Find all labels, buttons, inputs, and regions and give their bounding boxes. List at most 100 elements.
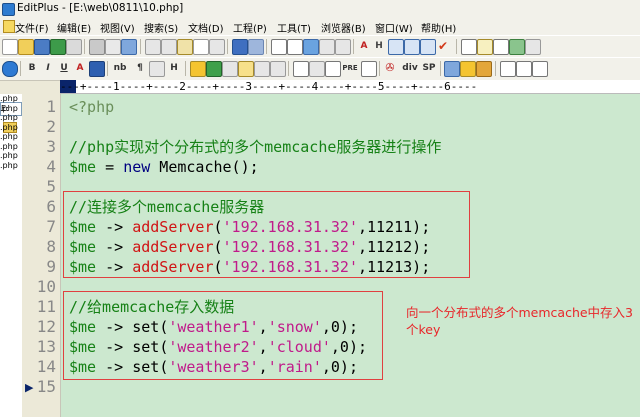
code-token: =: [96, 158, 124, 176]
paste-icon[interactable]: [177, 39, 193, 55]
menu-help[interactable]: 帮助(H): [421, 20, 456, 35]
file-list-item[interactable]: .php: [0, 94, 18, 103]
pre-button[interactable]: PRE: [341, 61, 359, 75]
anchor-icon[interactable]: [206, 61, 222, 77]
menu-window[interactable]: 窗口(W): [375, 20, 413, 35]
redo-icon[interactable]: [248, 39, 264, 55]
heading-button[interactable]: H: [167, 61, 181, 75]
html-toolbar-window-icon[interactable]: [500, 61, 516, 77]
nbsp-button[interactable]: nb: [111, 61, 129, 75]
output-window-icon[interactable]: [493, 39, 509, 55]
css-icon[interactable]: [532, 61, 548, 77]
line-number: 13: [36, 337, 56, 356]
tag-wand-icon[interactable]: [460, 61, 476, 77]
menu-search[interactable]: 搜索(S): [144, 20, 178, 35]
document-icon[interactable]: [3, 20, 15, 33]
print-preview-icon[interactable]: [105, 39, 121, 55]
directory-window-icon[interactable]: [461, 39, 477, 55]
word-wrap-icon[interactable]: [388, 39, 404, 55]
toggle-bookmark-icon[interactable]: [335, 39, 351, 55]
menu-document[interactable]: 文档(D): [188, 20, 224, 35]
undo-icon[interactable]: [232, 39, 248, 55]
menu-edit[interactable]: 编辑(E): [57, 20, 91, 35]
menu-bar: 文件(F) 编辑(E) 视图(V) 搜索(S) 文档(D) 工程(P) 工具(T…: [0, 18, 640, 35]
script-icon[interactable]: ✇: [383, 61, 397, 75]
print-icon[interactable]: [89, 39, 105, 55]
font-color-button[interactable]: A: [73, 61, 87, 75]
highlight-box-connect: [63, 191, 470, 278]
horizontal-rule-icon[interactable]: [222, 61, 238, 77]
hex-view-icon[interactable]: H: [372, 39, 386, 53]
preferences-icon[interactable]: [525, 39, 541, 55]
highlight-box-set: [63, 291, 383, 380]
color-picker-icon[interactable]: [89, 61, 105, 77]
file-list-item[interactable]: .php: [0, 161, 18, 170]
browser-preview-icon[interactable]: [2, 61, 18, 77]
cut-icon[interactable]: [145, 39, 161, 55]
table-icon[interactable]: [293, 61, 309, 77]
frame-icon[interactable]: [361, 61, 377, 77]
goto-line-icon[interactable]: [319, 39, 335, 55]
check-icon[interactable]: ✔: [436, 39, 450, 53]
menu-project[interactable]: 工程(P): [233, 20, 267, 35]
ruler-scale: ---+----1----+----2----+----3----+----4-…: [60, 80, 478, 93]
menu-tools[interactable]: 工具(T): [277, 20, 311, 35]
menu-browser[interactable]: 浏览器(B): [321, 20, 366, 35]
form-icon[interactable]: [309, 61, 325, 77]
line-number: 1: [46, 97, 56, 116]
spell-check-icon[interactable]: [121, 39, 137, 55]
insert-template-icon[interactable]: [516, 61, 532, 77]
edit-tag-icon[interactable]: [444, 61, 460, 77]
delete-icon[interactable]: [193, 39, 209, 55]
code-line: //php实现对个分布式的多个memcache服务器进行操作: [69, 137, 441, 157]
file-list-item[interactable]: .php: [0, 142, 18, 151]
line-number: 14: [36, 357, 56, 376]
link-icon[interactable]: [254, 61, 270, 77]
italic-button[interactable]: I: [41, 61, 55, 75]
line-number-gutter: 1 2 3 4 5 6 7 8 9 10 11 12 13 14 15 ▶: [22, 94, 61, 417]
underline-button[interactable]: U: [57, 61, 71, 75]
comment-icon[interactable]: [238, 61, 254, 77]
div-button[interactable]: div: [401, 61, 419, 75]
replace-icon[interactable]: [303, 39, 319, 55]
file-list-item[interactable]: .php: [0, 104, 18, 113]
line-number-toggle-icon[interactable]: [420, 39, 436, 55]
image-icon[interactable]: [190, 61, 206, 77]
open-folder-icon[interactable]: [18, 39, 34, 55]
line-number: 7: [46, 217, 56, 236]
ruler-toggle-icon[interactable]: [404, 39, 420, 55]
annotation-note: 向一个分布式的多个memcache中存入3个key: [406, 305, 634, 337]
menu-file[interactable]: 文件(F): [15, 20, 49, 35]
code-line: $me = new Memcache();: [69, 157, 259, 177]
bold-button[interactable]: B: [25, 61, 39, 75]
line-break-icon[interactable]: [149, 61, 165, 77]
file-list-item[interactable]: .php: [0, 151, 18, 160]
special-char-icon[interactable]: [270, 61, 286, 77]
directory-panel: E: .php .php .php .php .php .php .php .php: [0, 94, 23, 417]
textarea-icon[interactable]: [325, 61, 341, 77]
file-list-item[interactable]: .php: [0, 132, 18, 141]
close-file-icon[interactable]: [66, 39, 82, 55]
menu-view[interactable]: 视图(V): [100, 20, 135, 35]
save-icon[interactable]: [34, 39, 50, 55]
file-list-item[interactable]: .php: [0, 113, 18, 122]
code-line: <?php: [69, 97, 114, 117]
toolbox-icon[interactable]: [476, 61, 492, 77]
full-screen-icon[interactable]: [509, 39, 525, 55]
find-icon[interactable]: [271, 39, 287, 55]
find-next-icon[interactable]: [287, 39, 303, 55]
font-size-icon[interactable]: A: [357, 39, 371, 53]
code-editor[interactable]: $me -> set('weather3','rain',0); $me -> s…: [61, 94, 640, 417]
file-list-item[interactable]: .php: [0, 123, 18, 132]
cliptext-window-icon[interactable]: [477, 39, 493, 55]
select-all-icon[interactable]: [209, 39, 225, 55]
new-file-icon[interactable]: [2, 39, 18, 55]
code-token: Memcache();: [150, 158, 259, 176]
span-button[interactable]: SP: [421, 61, 437, 75]
copy-icon[interactable]: [161, 39, 177, 55]
code-token: $me: [69, 158, 97, 176]
paragraph-button[interactable]: ¶: [133, 61, 147, 75]
line-number: 2: [46, 117, 56, 136]
code-token: <?php: [69, 98, 115, 116]
save-all-icon[interactable]: [50, 39, 66, 55]
